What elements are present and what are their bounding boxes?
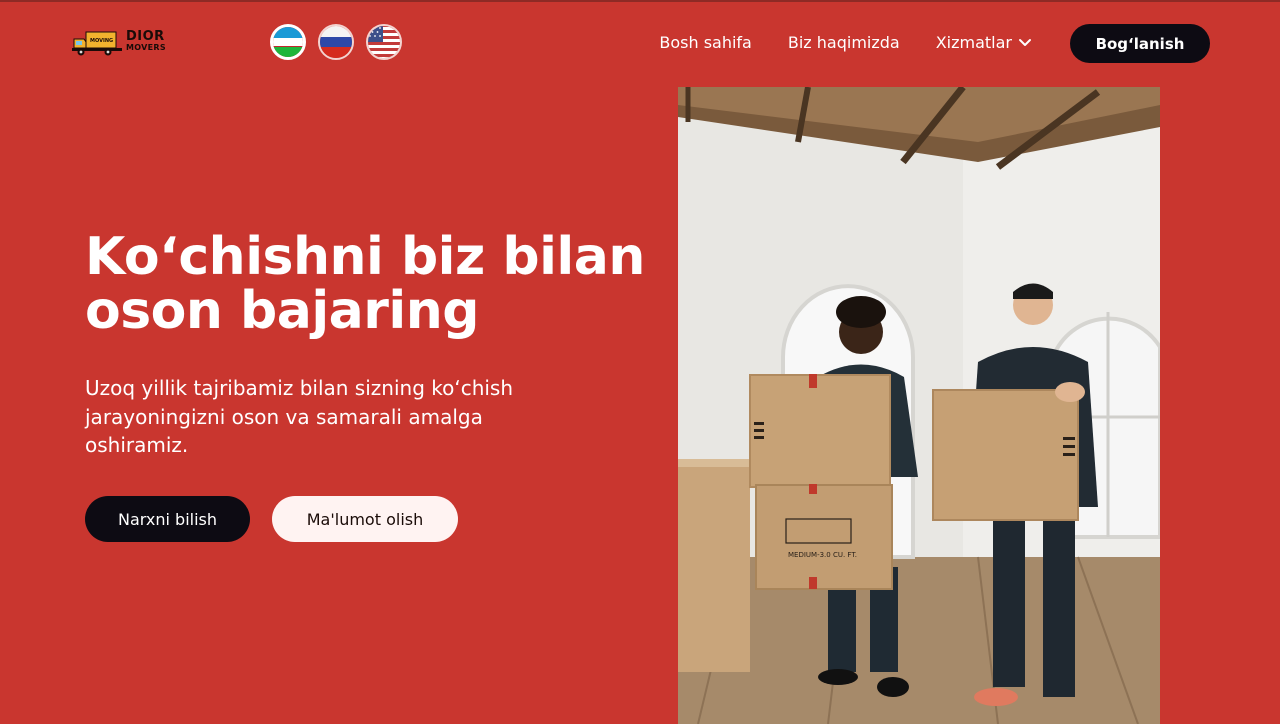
main-nav: Bosh sahifa Biz haqimizda Xizmatlar — [659, 33, 1032, 52]
nav-home[interactable]: Bosh sahifa — [659, 33, 752, 52]
top-border — [0, 0, 1280, 2]
us-flag-icon[interactable] — [366, 24, 402, 60]
svg-text:MEDIUM-3.0 CU. FT.: MEDIUM-3.0 CU. FT. — [788, 551, 857, 559]
contact-button[interactable]: Bog‘lanish — [1070, 24, 1210, 63]
get-price-button[interactable]: Narxni bilish — [85, 496, 250, 542]
hero-title: Ko‘chishni biz bilan oson bajaring — [85, 227, 645, 341]
uzbek-flag-icon[interactable] — [270, 24, 306, 60]
logo-text: DIOR MOVERS — [126, 29, 166, 53]
russian-flag-icon[interactable] — [318, 24, 354, 60]
hero-image: MEDIUM-3.0 CU. FT. — [678, 87, 1160, 724]
hero-subtitle: Uzoq yillik tajribamiz bilan sizning ko‘… — [85, 376, 514, 457]
truck-icon: MOVING — [72, 31, 122, 56]
logo[interactable]: MOVING DIOR MOVERS — [72, 28, 166, 58]
svg-text:MOVING: MOVING — [90, 38, 113, 44]
logo-line1: DIOR — [126, 29, 165, 44]
chevron-down-icon — [1019, 38, 1031, 46]
logo-line2: MOVERS — [126, 43, 166, 52]
nav-services-label: Xizmatlar — [935, 33, 1012, 52]
language-switcher — [270, 24, 402, 60]
movers-illustration: MEDIUM-3.0 CU. FT. — [678, 87, 1160, 724]
nav-services[interactable]: Xizmatlar — [936, 33, 1032, 52]
get-info-button[interactable]: Ma'lumot olish — [272, 496, 458, 542]
nav-about[interactable]: Biz haqimizda — [788, 33, 900, 52]
